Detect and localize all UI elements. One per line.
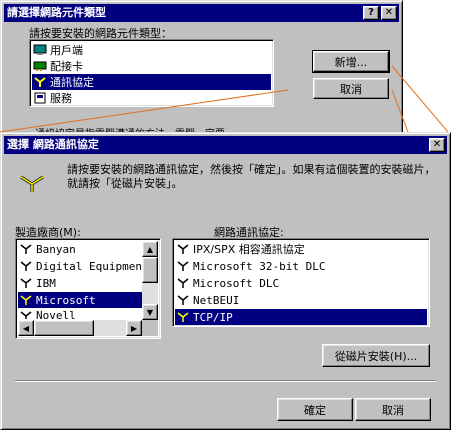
add-button[interactable]: 新增...: [312, 50, 390, 73]
dialog-divider: [15, 380, 436, 382]
protocols-list[interactable]: IPX/SPX 相容通訊協定 Microsoft 32-bit DLC Micr…: [172, 238, 430, 327]
select-protocol-dialog: 選擇 網路通訊協定 ✕ 請按要安裝的網路通訊協定，然後按「確定」。如果有這個裝置…: [0, 132, 451, 430]
manufacturers-list[interactable]: Banyan Digital Equipment IBM Microsoft N…: [15, 238, 161, 339]
component-type-dialog: 請選擇網路元件類型 ? ✕ 請按要安裝的網路元件類型： 用戶端 配接卡 通訊協定…: [0, 0, 403, 140]
protocol-icon: [175, 293, 191, 307]
scroll-thumb[interactable]: [34, 320, 94, 336]
list-item[interactable]: Digital Equipment: [18, 258, 149, 274]
select-protocol-titlebar[interactable]: 選擇 網路通訊協定 ✕: [4, 136, 447, 154]
protocol-icon: [18, 259, 34, 273]
list-item[interactable]: 用戶端: [32, 42, 271, 58]
component-type-title: 請選擇網路元件類型: [7, 6, 106, 19]
back-cancel-button[interactable]: 取消: [313, 78, 389, 99]
list-item[interactable]: Microsoft 32-bit DLC: [175, 258, 427, 274]
list-item[interactable]: IBM: [18, 275, 142, 291]
list-item[interactable]: Microsoft DLC: [175, 275, 427, 291]
protocol-large-icon: [19, 173, 45, 196]
scroll-right-icon[interactable]: ▶: [126, 320, 142, 336]
protocol-icon: [18, 293, 34, 307]
protocol-icon: [18, 309, 34, 319]
protocol-icon: [175, 259, 191, 273]
have-disk-button[interactable]: 從磁片安裝(H)...: [322, 344, 430, 367]
protocol-icon: [18, 242, 34, 256]
component-type-titlebar[interactable]: 請選擇網路元件類型 ? ✕: [4, 4, 399, 22]
component-type-list[interactable]: 用戶端 配接卡 通訊協定 服務: [29, 39, 274, 107]
protocol-icon: [175, 310, 191, 324]
manufacturers-hscrollbar[interactable]: ◀ ▶: [18, 320, 142, 336]
scroll-down-icon[interactable]: ▼: [142, 304, 158, 320]
list-item[interactable]: NetBEUI: [175, 292, 427, 308]
list-item[interactable]: 服務: [32, 90, 271, 106]
protocol-icon: [175, 242, 191, 256]
manufacturers-vscrollbar[interactable]: ▲ ▼: [142, 241, 158, 320]
list-item[interactable]: IPX/SPX 相容通訊協定: [175, 241, 427, 257]
adapter-icon: [32, 59, 48, 73]
close-button[interactable]: ✕: [381, 6, 397, 20]
close-button[interactable]: ✕: [429, 138, 445, 152]
scroll-left-icon[interactable]: ◀: [18, 320, 34, 336]
ok-button[interactable]: 確定: [277, 398, 353, 421]
cancel-button[interactable]: 取消: [355, 398, 431, 421]
list-item[interactable]: Banyan: [18, 241, 142, 257]
select-protocol-title: 選擇 網路通訊協定: [7, 138, 99, 151]
list-item[interactable]: Microsoft: [18, 292, 142, 308]
protocol-icon: [32, 75, 48, 89]
scroll-up-icon[interactable]: ▲: [142, 241, 158, 257]
list-item[interactable]: 通訊協定: [32, 74, 271, 90]
client-icon: [32, 43, 48, 57]
instruction-text: 請按要安裝的網路通訊協定，然後按「確定」。如果有這個裝置的安裝磁片，就請按「從磁…: [67, 163, 436, 190]
list-item[interactable]: TCP/IP: [175, 309, 427, 325]
protocol-icon: [18, 276, 34, 290]
list-item[interactable]: 配接卡: [32, 58, 271, 74]
protocol-icon: [175, 276, 191, 290]
help-button[interactable]: ?: [363, 6, 379, 20]
service-icon: [32, 91, 48, 105]
scroll-corner: [142, 320, 158, 336]
list-item[interactable]: Novell: [18, 309, 142, 319]
scroll-thumb[interactable]: [142, 257, 158, 283]
